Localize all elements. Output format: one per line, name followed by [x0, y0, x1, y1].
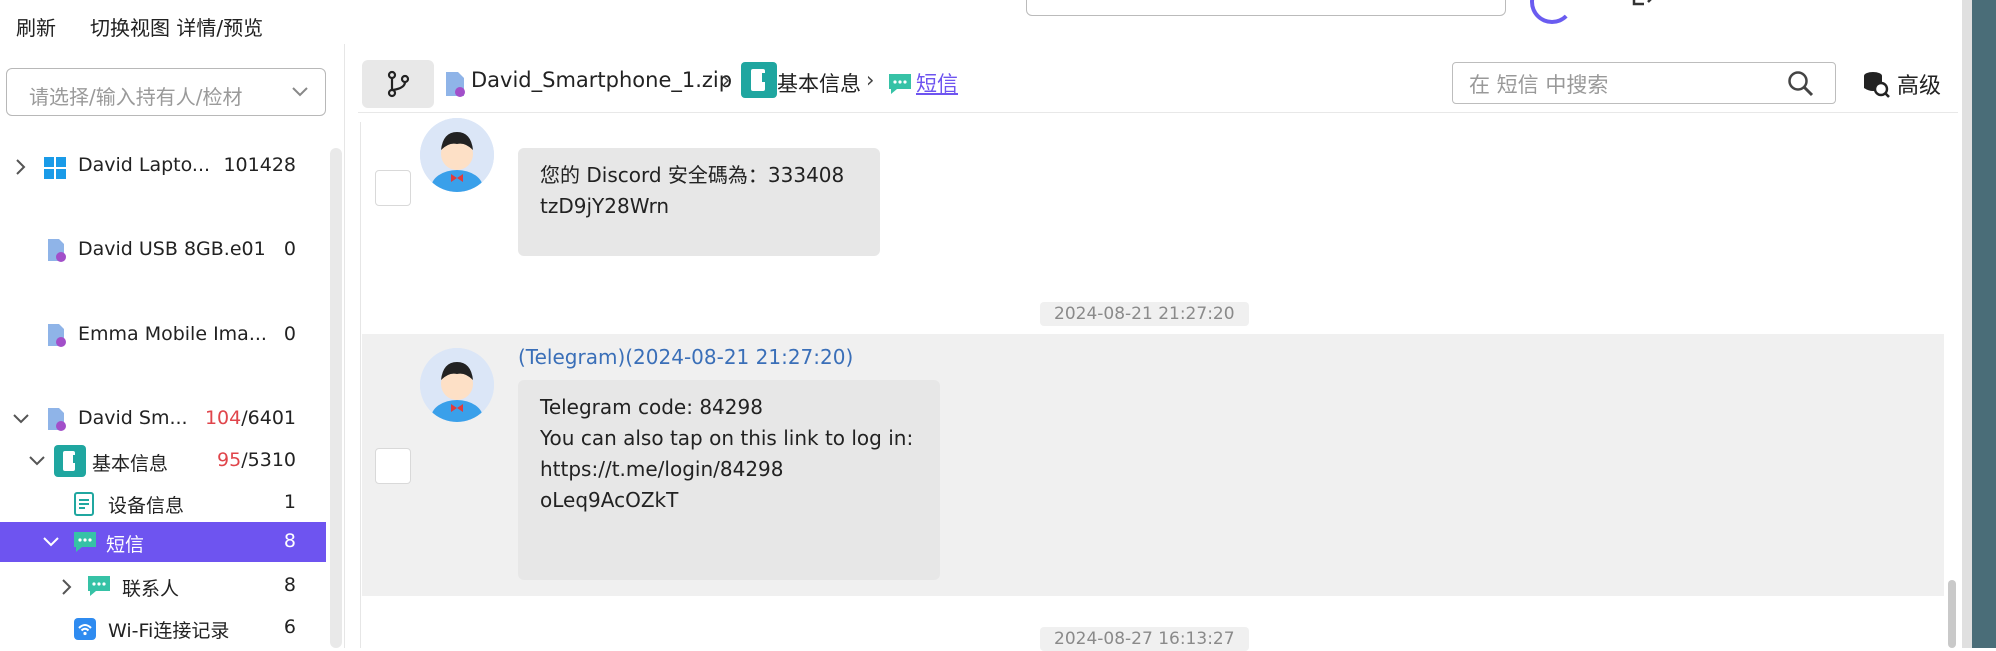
sms-search-input[interactable]: 在 短信 中搜索	[1452, 62, 1836, 104]
message-scrollbar[interactable]	[1948, 580, 1956, 648]
breadcrumb-separator-icon: ›	[866, 68, 875, 92]
message-line: You can also tap on this link to log in:	[540, 426, 914, 450]
top-toolbar: 刷新 切换视图 详情/预览	[0, 0, 1960, 44]
sidebar-item-label: Emma Mobile Ima...	[78, 323, 267, 345]
sidebar-item-contacts[interactable]: 联系人 8	[0, 566, 326, 606]
windows-icon	[44, 157, 66, 179]
switch-view-button[interactable]: 切换视图 详情/预览	[90, 12, 263, 41]
avatar	[420, 348, 494, 422]
sidebar-item-count: 1	[283, 491, 296, 513]
sms-icon	[74, 532, 96, 552]
sidebar-item-david-laptop[interactable]: David Lapto... 101428	[0, 146, 326, 186]
message-line: 您的 Discord 安全碼為：333408	[540, 163, 845, 187]
sidebar-item-wifi[interactable]: Wi-Fi连接记录 6	[0, 608, 326, 648]
message-line: https://t.me/login/84298	[540, 457, 784, 481]
wifi-icon	[74, 618, 96, 640]
sidebar-item-emma-mobile[interactable]: Emma Mobile Ima... 0	[0, 315, 326, 355]
sidebar-item-count: 104/6401	[204, 407, 296, 429]
sidebar-item-label: Wi-Fi连接记录	[108, 620, 230, 642]
chevron-down-icon[interactable]	[28, 455, 46, 467]
logout-icon[interactable]	[1630, 0, 1658, 8]
sidebar-item-label: David Lapto...	[78, 154, 211, 176]
phone-info-icon	[54, 445, 86, 477]
git-branch-icon	[387, 70, 410, 98]
loading-spinner-icon	[1530, 0, 1574, 24]
advanced-search-label: 高级	[1897, 74, 1942, 99]
avatar-icon	[420, 348, 494, 422]
desktop-background	[1972, 0, 1996, 648]
message-line: Telegram code: 84298	[540, 395, 763, 419]
message-bubble: 您的 Discord 安全碼為：333408 tzD9jY28Wrn	[518, 148, 880, 256]
search-placeholder: 在 短信 中搜索	[1469, 73, 1609, 97]
message-bubble: Telegram code: 84298 You can also tap on…	[518, 380, 940, 580]
chevron-right-icon[interactable]	[60, 578, 72, 596]
sidebar-item-count: 6	[283, 616, 296, 638]
window-edge	[1962, 0, 1972, 648]
evidence-file-icon	[48, 408, 66, 431]
timestamp-divider: 2024-08-21 21:27:20	[1040, 302, 1249, 326]
holder-select-placeholder: 请选择/输入持有人/检材	[29, 85, 243, 109]
contacts-chat-icon	[88, 576, 110, 596]
chevron-down-icon	[292, 87, 308, 97]
message-checkbox[interactable]	[375, 170, 411, 206]
sidebar-scrollbar[interactable]	[330, 148, 342, 648]
sidebar-item-label: 基本信息	[92, 453, 169, 475]
message-line: tzD9jY28Wrn	[540, 194, 670, 218]
sidebar-item-count: 0	[283, 323, 296, 345]
sidebar-item-count: 101428	[223, 154, 296, 176]
database-search-icon	[1864, 72, 1890, 98]
advanced-search-button[interactable]: 高级	[1862, 68, 1941, 100]
breadcrumb-separator-icon: ›	[722, 68, 731, 92]
evidence-file-icon	[48, 239, 66, 262]
sidebar-item-label: 短信	[106, 534, 145, 556]
sidebar-item-count: 8	[283, 530, 296, 552]
avatar-icon	[420, 118, 494, 192]
timestamp-divider: 2024-08-27 16:13:27	[1040, 627, 1249, 651]
phone-info-icon	[741, 62, 777, 98]
sidebar-item-count: 95/5310	[217, 449, 296, 471]
chevron-down-icon[interactable]	[42, 536, 60, 548]
sidebar-item-label: David USB 8GB.e01	[78, 238, 266, 260]
avatar	[420, 118, 494, 192]
sms-icon	[889, 74, 911, 94]
sidebar-item-basic-info[interactable]: 基本信息 95/5310	[0, 441, 326, 481]
evidence-file-icon	[48, 324, 66, 347]
search-icon[interactable]	[1787, 70, 1815, 98]
sidebar-item-david-smartphone[interactable]: David Sm... 104/6401	[0, 399, 326, 439]
device-info-icon	[74, 492, 94, 516]
zip-file-icon	[446, 72, 465, 97]
message-checkbox[interactable]	[375, 448, 411, 484]
chevron-right-icon[interactable]	[14, 158, 26, 176]
sidebar-item-count: 8	[283, 574, 296, 596]
sidebar-item-label: David Sm...	[78, 407, 188, 429]
refresh-button[interactable]: 刷新	[16, 12, 56, 41]
message-line: oLeq9AcOZkT	[540, 488, 679, 512]
sidebar-item-device-info[interactable]: 设备信息 1	[0, 483, 326, 523]
breadcrumb-sms[interactable]: 短信	[916, 68, 958, 98]
sidebar-item-label: 设备信息	[108, 495, 185, 517]
breadcrumb-basic-info[interactable]: 基本信息	[777, 68, 861, 98]
sidebar-item-label: 联系人	[122, 578, 180, 600]
holder-select[interactable]: 请选择/输入持有人/检材	[6, 68, 326, 116]
sidebar-item-count: 0	[283, 238, 296, 260]
chevron-down-icon[interactable]	[12, 413, 30, 425]
message-sender: (Telegram)(2024-08-21 21:27:20)	[518, 345, 854, 369]
branch-button[interactable]	[362, 60, 434, 108]
sidebar-item-sms[interactable]: 短信 8	[0, 522, 326, 562]
breadcrumb-file[interactable]: David_Smartphone_1.zip	[471, 68, 732, 92]
top-search-input[interactable]	[1026, 0, 1506, 16]
sidebar-item-david-usb[interactable]: David USB 8GB.e01 0	[0, 230, 326, 270]
